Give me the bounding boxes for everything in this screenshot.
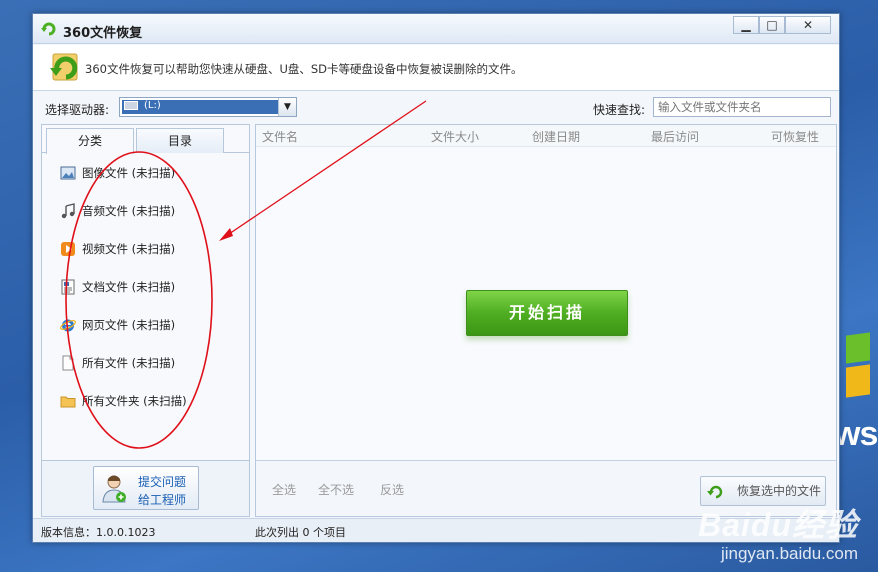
search-label: 快速查找: bbox=[593, 103, 646, 117]
watermark-brand: Baidu经验 bbox=[698, 507, 858, 543]
column-recoverability[interactable]: 可恢复性 bbox=[771, 128, 819, 145]
column-created[interactable]: 创建日期 bbox=[532, 128, 580, 145]
title-bar: 360文件恢复 ▁ □ ✕ bbox=[33, 14, 839, 44]
ie-icon bbox=[60, 319, 76, 332]
video-icon bbox=[61, 242, 75, 256]
category-item-video[interactable]: 视频文件 (未扫描) bbox=[60, 239, 175, 259]
app-window: 360文件恢复 ▁ □ ✕ 360文件恢复可以帮助您快速从硬盘、U盘、SD卡等硬… bbox=[32, 13, 840, 543]
image-icon bbox=[60, 166, 76, 180]
info-text: 360文件恢复可以帮助您快速从硬盘、U盘、SD卡等硬盘设备中恢复被误删除的文件。 bbox=[85, 62, 523, 76]
select-none-link[interactable]: 全不选 bbox=[318, 481, 354, 498]
select-all-link[interactable]: 全选 bbox=[272, 481, 296, 498]
close-button[interactable]: ✕ bbox=[785, 16, 831, 34]
restore-logo-icon bbox=[50, 53, 78, 81]
item-count: 此次列出 0 个项目 bbox=[255, 526, 346, 539]
app-logo-icon bbox=[41, 22, 56, 36]
version-info: 版本信息：1.0.0.1023 bbox=[41, 526, 156, 539]
category-item-document[interactable]: 文档文件 (未扫描) bbox=[60, 277, 175, 297]
music-icon bbox=[61, 203, 75, 219]
maximize-button[interactable]: □ bbox=[759, 16, 785, 34]
folder-icon bbox=[60, 396, 76, 408]
file-list-panel: 文件名 文件大小 创建日期 最后访问 可恢复性 开始扫描 全选 全不选 反选 恢… bbox=[255, 124, 837, 517]
invert-selection-link[interactable]: 反选 bbox=[380, 481, 404, 498]
column-header: 文件名 文件大小 创建日期 最后访问 可恢复性 bbox=[256, 125, 836, 147]
column-filename[interactable]: 文件名 bbox=[262, 128, 298, 145]
tab-category[interactable]: 分类 bbox=[46, 128, 134, 154]
minimize-button[interactable]: ▁ bbox=[733, 16, 759, 34]
drive-select[interactable]: (L:) ▼ bbox=[119, 97, 297, 117]
feedback-line1: 提交问题 bbox=[138, 475, 187, 489]
tab-bar: 分类 目录 bbox=[42, 125, 249, 154]
document-icon bbox=[61, 279, 75, 295]
left-panel: 分类 目录 图像文件 (未扫描) 音频文件 (未扫描) 视频文件 (未扫描) 文… bbox=[41, 124, 250, 517]
start-scan-button[interactable]: 开始扫描 bbox=[466, 290, 628, 336]
desktop-logo-text: ws bbox=[834, 415, 878, 453]
drive-label: 选择驱动器: bbox=[45, 103, 110, 117]
category-item-all-folders[interactable]: 所有文件夹 (未扫描) bbox=[60, 391, 187, 411]
drive-value: (L:) bbox=[144, 100, 161, 111]
left-footer: 提交问题 给工程师 bbox=[42, 460, 249, 516]
column-size[interactable]: 文件大小 bbox=[431, 128, 479, 145]
watermark: Baidu经验 jingyan.baidu.com bbox=[698, 500, 858, 564]
watermark-url: jingyan.baidu.com bbox=[720, 544, 858, 563]
category-item-webpage[interactable]: 网页文件 (未扫描) bbox=[60, 315, 175, 335]
column-last-access[interactable]: 最后访问 bbox=[651, 128, 699, 145]
file-icon bbox=[62, 355, 74, 371]
drive-bar: 选择驱动器: (L:) ▼ 快速查找: bbox=[33, 92, 839, 124]
search-input[interactable] bbox=[653, 97, 831, 117]
feedback-button[interactable]: 提交问题 给工程师 bbox=[93, 466, 199, 510]
category-item-audio[interactable]: 音频文件 (未扫描) bbox=[60, 201, 175, 221]
engineer-icon bbox=[102, 475, 126, 503]
restore-icon bbox=[707, 485, 723, 499]
category-item-all-files[interactable]: 所有文件 (未扫描) bbox=[60, 353, 175, 373]
window-title: 360文件恢复 bbox=[63, 26, 143, 41]
chevron-down-icon[interactable]: ▼ bbox=[278, 98, 296, 116]
feedback-line2: 给工程师 bbox=[138, 493, 187, 507]
category-item-image[interactable]: 图像文件 (未扫描) bbox=[60, 163, 175, 183]
disk-icon bbox=[124, 101, 138, 110]
windows-logo bbox=[840, 330, 878, 410]
restore-label: 恢复选中的文件 bbox=[737, 484, 822, 498]
info-bar: 360文件恢复可以帮助您快速从硬盘、U盘、SD卡等硬盘设备中恢复被误删除的文件。 bbox=[33, 45, 839, 91]
tab-directory[interactable]: 目录 bbox=[136, 128, 224, 153]
